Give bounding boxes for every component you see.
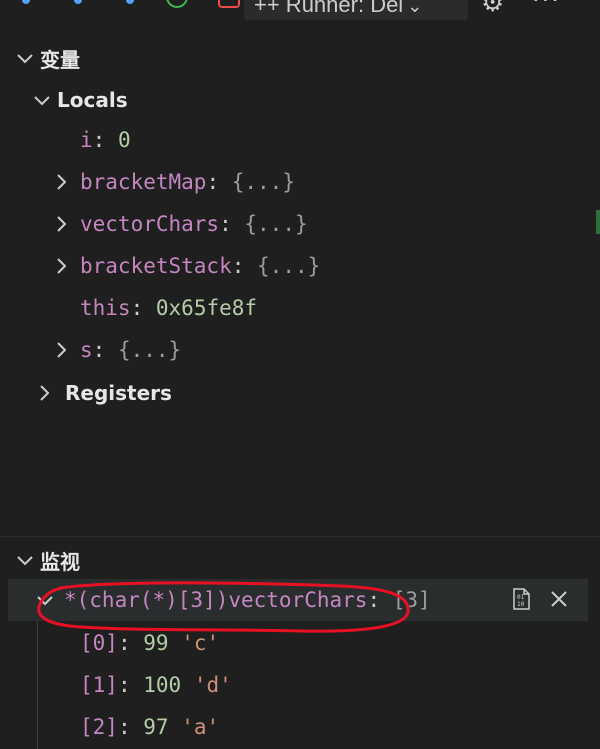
variable-separator: : [92,338,106,362]
chevron-right-icon[interactable] [50,171,72,193]
chevron-down-icon[interactable] [34,589,56,611]
view-binary-data-icon[interactable]: 01 10 [509,587,533,611]
variable-separator: : [219,212,232,236]
launch-config-select[interactable]: ++ Runner: Del ⌄ [244,0,468,20]
watch-title: 监视 [40,549,80,574]
variable-value: {...} [257,254,321,278]
variable-name: bracketMap [80,170,207,194]
variable-row[interactable]: bracketMap: {...} [50,161,295,203]
section-divider [0,536,600,537]
variables-section-header[interactable]: 变量 [0,38,600,78]
variable-row[interactable]: s: {...} [50,329,181,371]
variable-value: {...} [117,338,182,362]
variables-title: 变量 [40,47,80,72]
element-char: 'c' [181,631,220,655]
element-number: 100 [143,673,182,697]
registers-scope[interactable]: Registers [33,372,172,414]
watch-expression-text: *(char(*)[3])vectorChars [64,588,368,612]
registers-label: Registers [65,381,172,405]
element-separator: : [117,673,131,697]
element-number: 99 [143,631,169,655]
variable-row[interactable]: vectorChars: {...} [50,203,308,245]
variable-name: this [80,296,131,320]
element-index: [2] [80,715,118,739]
debug-dot-icon[interactable] [126,0,134,4]
chevron-down-icon [14,47,36,69]
debug-dot-icon[interactable] [74,0,82,4]
variable-name: vectorChars [80,212,220,236]
launch-config-label: ++ Runner: Del [254,0,404,17]
chevron-right-icon[interactable] [50,339,72,361]
debug-panel: ++ Runner: Del ⌄ ⚙ ··· 变量 Locals i: 0 bra… [0,0,600,749]
variable-value: {...} [231,170,295,194]
debug-toolbar: ++ Runner: Del ⌄ ⚙ ··· [0,0,600,22]
element-index: [0] [80,631,118,655]
variable-name: i [80,128,93,152]
locals-scope[interactable]: Locals [31,79,128,121]
svg-text:01: 01 [517,594,525,601]
variable-name: s [80,338,93,362]
variable-value: 0x65fe8f [155,296,258,320]
watch-child-row[interactable]: [2]: 97 'a' [80,706,219,748]
chevron-down-icon: ⌄ [407,0,423,16]
watch-expression-row[interactable]: *(char(*)[3])vectorChars: [3] [34,579,431,621]
variable-separator: : [206,170,220,194]
watch-expression-value: [3] [392,588,431,612]
chevron-down-icon [31,89,53,111]
variable-separator: : [92,128,106,152]
variable-value: 0 [117,128,131,152]
variable-row[interactable]: this: 0x65fe8f [80,287,257,329]
chevron-right-icon[interactable] [50,255,72,277]
variable-row[interactable]: i: 0 [80,119,131,161]
element-index: [1] [80,673,118,697]
more-icon[interactable]: ··· [532,0,561,14]
variable-separator: : [130,296,144,320]
variable-row[interactable]: bracketStack: {...} [50,245,320,287]
debug-dot-icon[interactable] [22,0,30,4]
indent-guide [37,621,38,749]
variable-value: {...} [244,212,308,236]
svg-text:10: 10 [517,601,525,608]
element-separator: : [117,631,131,655]
watch-section-header[interactable]: 监视 [0,540,600,580]
element-char: 'd' [193,673,232,697]
chevron-right-icon[interactable] [50,213,72,235]
chevron-down-icon [14,549,36,571]
restart-icon[interactable] [166,0,188,8]
watch-child-row[interactable]: [1]: 100 'd' [80,664,232,706]
scrollbar-marker [596,210,600,234]
variable-name: bracketStack [80,254,232,278]
stop-icon[interactable] [218,0,240,8]
chevron-right-icon [33,382,55,404]
variable-separator: : [231,254,245,278]
element-number: 97 [143,715,169,739]
gear-icon[interactable]: ⚙ [481,0,504,18]
watch-child-row[interactable]: [0]: 99 'c' [80,622,219,664]
element-char: 'a' [181,715,220,739]
locals-label: Locals [57,88,128,112]
close-icon[interactable] [547,587,571,611]
watch-expression-separator: : [367,588,381,612]
element-separator: : [117,715,131,739]
